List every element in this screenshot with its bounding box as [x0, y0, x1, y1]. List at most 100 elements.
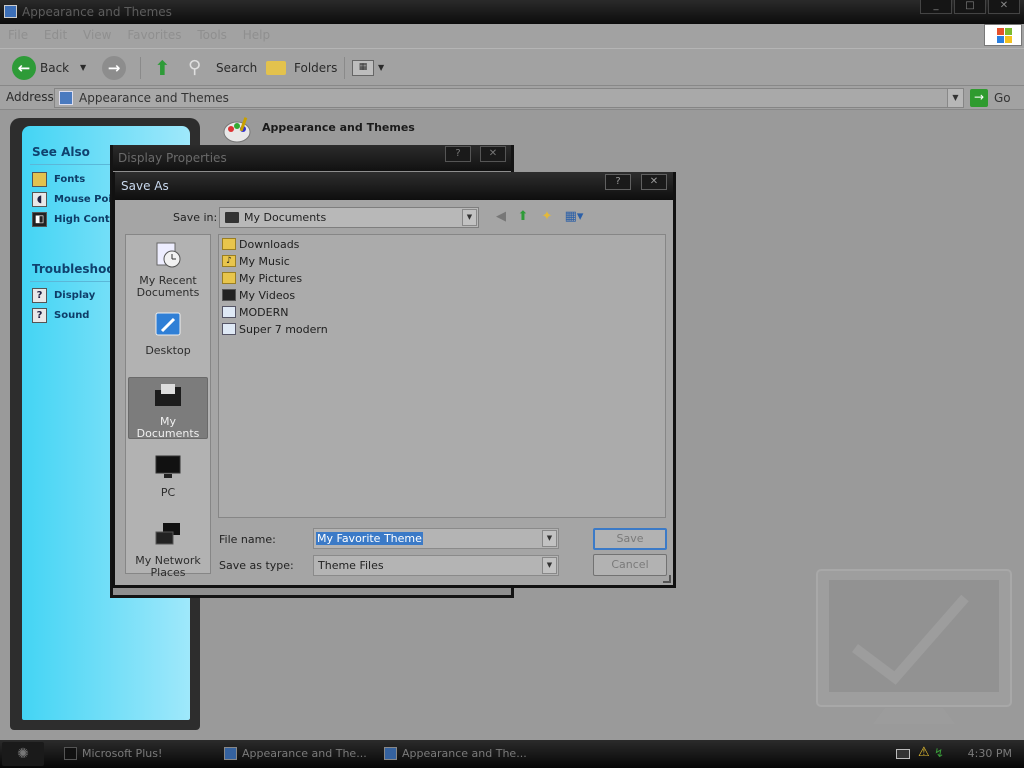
views-button[interactable]: ▦ ▼: [352, 55, 386, 81]
back-arrow-icon: ←: [12, 56, 36, 80]
videos-folder-icon: [222, 289, 236, 301]
theme-file-icon: [222, 306, 236, 318]
file-list: Downloads ♪ My Music My Pictures My Vide…: [218, 234, 666, 518]
minimize-button[interactable]: _: [920, 0, 952, 14]
search-label: Search: [216, 61, 258, 75]
chevron-down-icon[interactable]: ▼: [542, 530, 557, 547]
menu-view[interactable]: View: [83, 28, 111, 42]
new-folder-icon[interactable]: ✦: [538, 208, 556, 226]
up-folder-button[interactable]: ⬆: [152, 55, 178, 81]
help-button[interactable]: ?: [605, 174, 631, 190]
list-item[interactable]: Super 7 modern: [222, 322, 328, 337]
close-button[interactable]: ✕: [641, 174, 667, 190]
list-item[interactable]: MODERN: [222, 305, 288, 320]
keyboard-icon[interactable]: [896, 749, 910, 759]
display-properties-title: Display Properties: [118, 151, 227, 165]
recent-documents-icon: [156, 242, 181, 268]
list-item[interactable]: ♪ My Music: [222, 254, 290, 269]
clock[interactable]: 4:30 PM: [968, 740, 1012, 768]
file-name: MODERN: [239, 306, 289, 319]
save-as-title: Save As: [121, 179, 169, 193]
menu-tools[interactable]: Tools: [197, 28, 227, 42]
troubleshooter-sound[interactable]: ? Sound: [32, 308, 89, 324]
theme-file-icon: [222, 323, 236, 335]
search-icon: ⚲: [188, 57, 202, 78]
save-as-type-label: Save as type:: [219, 559, 294, 572]
go-label: Go: [994, 91, 1011, 105]
folders-label: Folders: [294, 61, 338, 75]
address-field[interactable]: Appearance and Themes ▼: [54, 88, 964, 108]
close-button[interactable]: ✕: [480, 146, 506, 162]
file-name: Super 7 modern: [239, 323, 328, 336]
close-button[interactable]: ✕: [988, 0, 1020, 14]
computer-icon: [155, 455, 181, 478]
menu-help[interactable]: Help: [243, 28, 270, 42]
menu-favorites[interactable]: Favorites: [127, 28, 181, 42]
toolbar-separator: [344, 57, 345, 79]
chevron-down-icon[interactable]: ▼: [462, 209, 477, 226]
maximize-button[interactable]: □: [954, 0, 986, 14]
list-item[interactable]: My Videos: [222, 288, 295, 303]
monitor-watermark-icon: [816, 569, 1012, 724]
control-panel-icon: [384, 747, 397, 760]
save-button[interactable]: Save: [593, 528, 667, 550]
task-microsoft-plus[interactable]: Microsoft Plus!: [62, 743, 216, 765]
list-item[interactable]: Downloads: [222, 237, 299, 252]
my-documents-icon: [225, 212, 239, 223]
chevron-down-icon[interactable]: ▼: [542, 557, 557, 574]
place-my-documents[interactable]: My Documents: [128, 377, 208, 440]
menu-edit[interactable]: Edit: [44, 28, 67, 42]
appearance-themes-icon: [223, 117, 251, 143]
back-button[interactable]: ← Back ▼: [10, 55, 98, 81]
save-as-titlebar: Save As ? ✕: [115, 172, 673, 200]
file-name-field[interactable]: My Favorite Theme ▼: [313, 528, 559, 549]
content-title: Appearance and Themes: [262, 121, 415, 134]
menu-bar: File Edit View Favorites Tools Help: [0, 24, 1024, 48]
place-desktop[interactable]: Desktop: [128, 311, 208, 357]
up-arrow-icon: ⬆: [154, 56, 171, 80]
resize-grip-icon[interactable]: [663, 575, 671, 583]
up-one-level-icon[interactable]: ⬆: [514, 208, 532, 226]
place-my-network-places[interactable]: My Network Places: [128, 521, 208, 579]
explorer-titlebar: Appearance and Themes _ □ ✕: [0, 0, 1024, 24]
help-button[interactable]: ?: [445, 146, 471, 162]
file-name: My Videos: [239, 289, 296, 302]
network-places-icon: [155, 523, 180, 545]
update-icon[interactable]: ↯: [934, 746, 944, 760]
mouse-icon: ◖: [32, 192, 47, 207]
troubleshooter-display[interactable]: ? Display: [32, 288, 95, 304]
place-my-recent-documents[interactable]: My Recent Documents: [128, 241, 208, 299]
toolbar-separator: [140, 57, 141, 79]
address-dropdown-icon[interactable]: ▼: [947, 89, 963, 107]
back-nav-icon[interactable]: ◀: [492, 208, 510, 226]
save-in-select[interactable]: My Documents ▼: [219, 207, 479, 228]
control-panel-icon: [4, 5, 17, 18]
see-also-header: See Also: [32, 145, 90, 159]
folders-button[interactable]: Folders: [266, 55, 340, 81]
save-as-type-select[interactable]: Theme Files ▼: [313, 555, 559, 576]
task-appearance-and-themes[interactable]: Appearance and The...: [382, 743, 536, 765]
go-button[interactable]: → Go: [970, 88, 1022, 108]
start-button[interactable]: ✺: [2, 742, 44, 766]
place-label: Desktop: [145, 344, 191, 357]
cancel-button[interactable]: Cancel: [593, 554, 667, 576]
see-also-fonts[interactable]: Fonts: [32, 172, 85, 188]
address-bar: Address Appearance and Themes ▼ → Go: [0, 86, 1024, 110]
warning-icon[interactable]: ⚠: [918, 745, 930, 760]
back-label: Back: [40, 61, 70, 75]
toolbar: ← Back ▼ → ⬆ ⚲ Search Folders ▦ ▼: [0, 48, 1024, 86]
system-tray: ⚠ ↯ 4:30 PM: [892, 740, 1024, 768]
place-pc[interactable]: PC: [128, 453, 208, 499]
music-folder-icon: ♪: [222, 255, 236, 267]
menu-file[interactable]: File: [8, 28, 28, 42]
save-as-type-value: Theme Files: [318, 559, 384, 572]
forward-button[interactable]: →: [100, 55, 128, 81]
task-appearance-and-themes[interactable]: Appearance and The...: [222, 743, 376, 765]
list-item[interactable]: My Pictures: [222, 271, 302, 286]
go-arrow-icon: →: [970, 89, 988, 107]
save-in-value: My Documents: [244, 211, 327, 224]
link-label: Sound: [54, 310, 90, 321]
search-button[interactable]: ⚲ Search: [188, 55, 258, 81]
back-dropdown-icon[interactable]: ▼: [80, 55, 86, 81]
view-menu-icon[interactable]: ▦▾: [561, 208, 587, 226]
